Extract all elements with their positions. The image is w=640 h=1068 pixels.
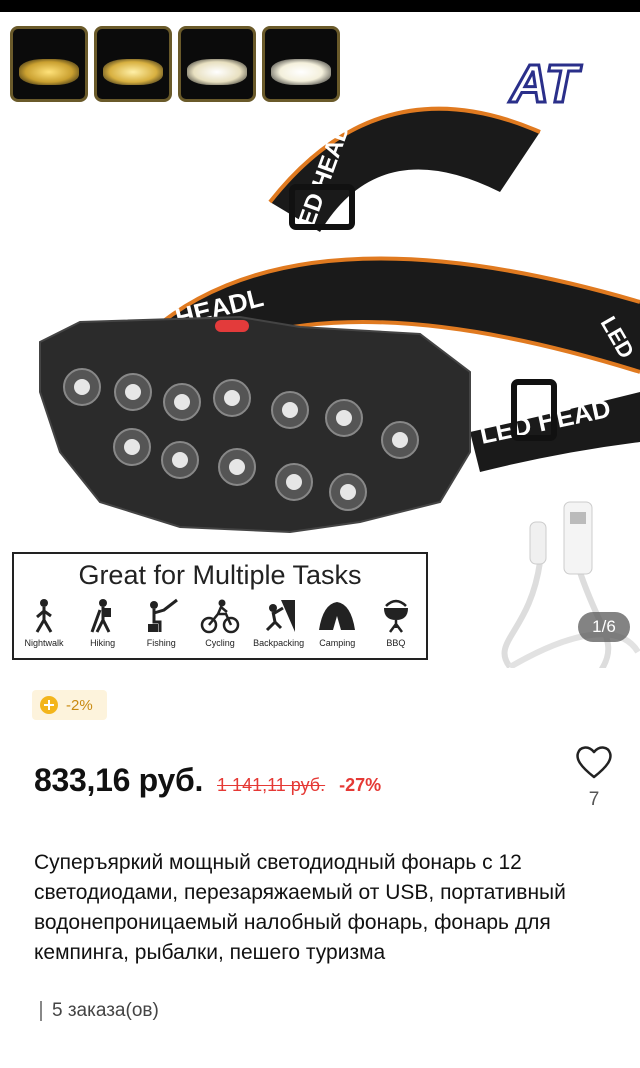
activity-item: Nightwalk [18, 598, 70, 648]
coupon-text: -2% [66, 696, 93, 714]
price-row: 833,16 руб. 1 141,11 руб. -27% [34, 762, 381, 799]
activity-item: Camping [311, 598, 363, 648]
banner-title: Great for Multiple Tasks [78, 560, 362, 590]
tent-icon [319, 602, 356, 630]
discount-percent: -27% [339, 775, 382, 795]
image-counter: 1/6 [578, 612, 630, 642]
activity-item: Hiking [77, 598, 129, 648]
activity-item: Fishing [135, 598, 187, 648]
multiple-tasks-banner: Great for Multiple Tasks Nightwalk Hikin… [12, 552, 428, 660]
grill-icon [383, 599, 408, 633]
current-price: 833,16 руб. [34, 762, 204, 798]
headlamp-illustration: HEADL LED HEADLIGHT LED HEAD LED [39, 72, 640, 534]
wishlist-count: 7 [588, 789, 600, 810]
heart-icon [576, 746, 612, 779]
activity-item: BBQ [370, 598, 422, 648]
status-bar [0, 0, 640, 12]
orders-info: 5 заказа(ов) [40, 1000, 159, 1022]
orders-count: 5 заказа(ов) [52, 1000, 159, 1021]
fishing-icon [148, 598, 179, 632]
hiker-icon [90, 599, 111, 633]
coupon-badge[interactable]: -2% [32, 690, 107, 720]
climber-icon [265, 600, 295, 632]
separator [40, 1001, 42, 1021]
product-title: Суперъяркий мощный светодиодный фонарь с… [34, 851, 566, 964]
wishlist-button[interactable]: 7 [572, 744, 616, 811]
product-image-gallery[interactable]: AT HEADL LED HEADLIGHT LED HEAD LED Grea… [0, 12, 640, 668]
activity-list: Nightwalk Hiking Fishing Cycling Backpac… [18, 598, 422, 648]
activity-item: Cycling [194, 598, 246, 648]
walker-icon [35, 599, 53, 633]
cyclist-icon [200, 599, 240, 634]
old-price: 1 141,11 руб. [217, 775, 326, 795]
coupon-plus-icon [40, 696, 58, 714]
activity-item: Backpacking [253, 598, 305, 648]
